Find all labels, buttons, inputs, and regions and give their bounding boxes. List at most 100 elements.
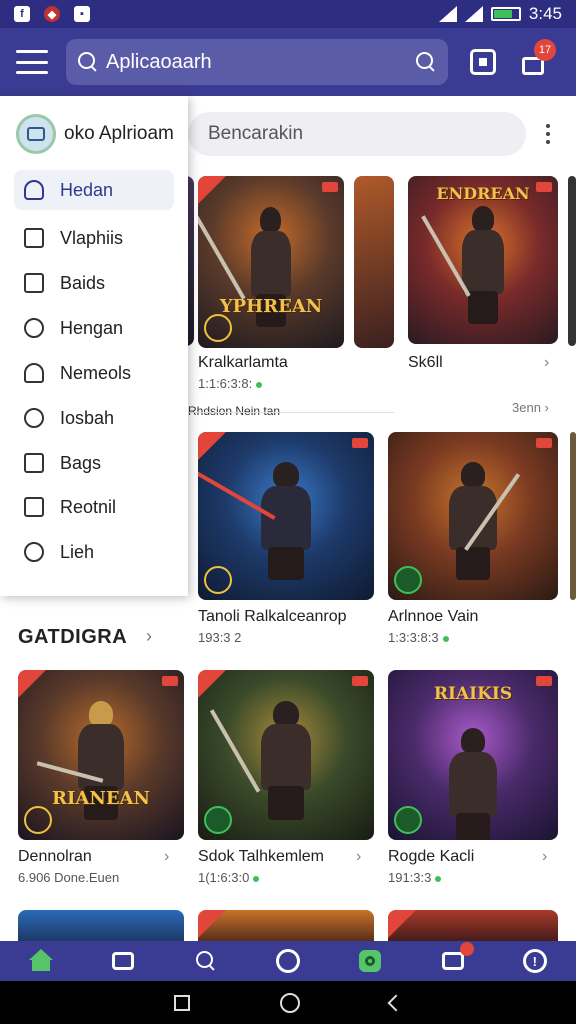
game-badge-icon — [24, 806, 52, 834]
app-icon: ◆ — [44, 6, 60, 22]
back-icon[interactable] — [387, 994, 405, 1011]
game-card-partial[interactable] — [198, 910, 374, 941]
drawer-item-lieh[interactable]: Lieh — [14, 532, 174, 572]
game-card[interactable]: YPHREAN Kralkarlamta 1:1:6:3:8: — [198, 176, 344, 406]
system-nav — [0, 981, 576, 1024]
app-logo-icon — [16, 114, 56, 154]
chat-icon[interactable] — [110, 948, 136, 974]
game-thumbnail — [388, 432, 558, 600]
game-subtitle: 191:3:3 — [388, 870, 442, 885]
camera-icon[interactable] — [357, 948, 383, 974]
search-icon — [24, 542, 44, 562]
message-icon[interactable] — [440, 942, 474, 974]
drawer-item-baids[interactable]: Baids — [14, 263, 174, 303]
game-logo: ENDREAN — [436, 184, 530, 203]
game-card-partial[interactable] — [354, 176, 394, 348]
status-bar: f ◆ ▪ 3:45 — [0, 0, 576, 28]
drawer-item-bags[interactable]: Bags — [14, 443, 174, 483]
game-title: Kralkarlamta — [198, 354, 288, 371]
drawer-item-reotnil[interactable]: Reotnil — [14, 487, 174, 527]
game-card-partial[interactable] — [388, 910, 560, 941]
navigation-drawer: oko Aplrioam Hedan Vlaphiis Baids Hengan… — [0, 96, 188, 596]
drawer-item-vlaphiis[interactable]: Vlaphiis — [14, 218, 174, 258]
game-card[interactable]: RIANEAN Dennolran 6.906 Done.Euen › — [18, 670, 184, 890]
home-icon — [24, 363, 44, 383]
game-card-partial[interactable] — [18, 910, 184, 941]
game-subtitle: 193:3 2 — [198, 630, 242, 645]
game-title: Sk6ll — [408, 354, 443, 371]
scan-button[interactable] — [470, 49, 496, 75]
game-title: Tanoli Ralkalceanrop — [198, 608, 347, 625]
drawer-item-hedan[interactable]: Hedan — [14, 170, 174, 210]
drawer-header: oko Aplrioam — [16, 114, 174, 154]
divider — [188, 412, 394, 413]
section-title: GATDIGRA — [18, 626, 128, 648]
user-icon — [24, 180, 44, 200]
game-title: Dennolran — [18, 848, 92, 865]
messenger-icon: ▪ — [74, 6, 90, 22]
info-icon[interactable]: ! — [522, 948, 548, 974]
game-subtitle: 1:3:3:8:3 — [388, 630, 449, 645]
game-card-partial[interactable] — [568, 176, 576, 346]
search-input[interactable]: Aplicaoaarh — [66, 39, 448, 85]
more-options-icon[interactable] — [546, 124, 550, 144]
chevron-right-icon[interactable]: › — [542, 848, 547, 866]
wifi-icon — [438, 6, 457, 22]
game-card[interactable]: Tanoli Ralkalceanrop 193:3 2 — [198, 432, 374, 645]
row-label: Rhdsion Nein tan — [188, 404, 281, 418]
bottom-nav: ! — [0, 941, 576, 981]
chevron-right-icon[interactable]: › — [544, 354, 549, 372]
game-subtitle: 1(1:6:3:0 — [198, 870, 260, 885]
game-title: Arlnnoe Vain — [388, 608, 479, 625]
circle-icon[interactable] — [275, 948, 301, 974]
pause-icon — [24, 497, 44, 517]
status-time: 3:45 — [528, 4, 562, 23]
drawer-title: oko Aplrioam — [64, 123, 174, 144]
game-card[interactable]: ENDREAN Sk6ll › — [408, 176, 558, 406]
chevron-right-icon[interactable]: › — [356, 848, 361, 866]
search-placeholder: Aplicaoaarh — [106, 50, 212, 73]
bag-icon — [24, 453, 44, 473]
game-thumbnail: RIAIKIS — [388, 670, 558, 840]
content-search-placeholder: Bencarakin — [208, 123, 304, 144]
section-chevron-icon[interactable]: › — [146, 626, 152, 647]
recent-apps-icon[interactable] — [174, 994, 190, 1011]
content-search-input[interactable]: Bencarakin — [188, 112, 526, 156]
game-card[interactable]: Arlnnoe Vain 1:3:3:8:3 — [388, 432, 560, 645]
search-icon[interactable] — [193, 948, 219, 974]
game-thumbnail — [198, 670, 374, 840]
box-icon — [24, 273, 44, 293]
menu-icon[interactable] — [16, 50, 48, 74]
see-more-link[interactable]: 3enn › — [512, 400, 549, 415]
home-button-icon[interactable] — [280, 992, 300, 1013]
game-subtitle: 1:1:6:3:8: — [198, 376, 263, 391]
drawer-item-nemeols[interactable]: Nemeols — [14, 353, 174, 393]
game-logo: YPHREAN — [219, 296, 323, 318]
game-subtitle: 6.906 Done.Euen — [18, 870, 120, 885]
app-bar: Aplicaoaarh 17 — [0, 28, 576, 96]
facebook-icon: f — [14, 6, 30, 22]
notification-badge: 17 — [534, 39, 556, 61]
message-badge — [459, 942, 474, 956]
drawer-item-iosbah[interactable]: Iosbah — [14, 398, 174, 438]
game-logo: RIAIKIS — [433, 684, 513, 704]
battery-icon — [490, 7, 521, 21]
signal-icon — [464, 6, 483, 22]
game-thumbnail: RIANEAN — [18, 670, 184, 840]
home-icon[interactable] — [28, 948, 54, 974]
game-title: Rogde Kacli — [388, 848, 475, 865]
game-card[interactable]: Sdok Talhkemlem 1(1:6:3:0 › — [198, 670, 374, 890]
game-badge-icon — [204, 314, 232, 342]
square-icon — [24, 228, 44, 248]
chevron-right-icon[interactable]: › — [164, 848, 169, 866]
drawer-item-hengan[interactable]: Hengan — [14, 308, 174, 348]
game-thumbnail — [198, 432, 374, 600]
search-submit-icon[interactable] — [416, 52, 436, 72]
game-card-partial[interactable] — [570, 432, 576, 600]
notifications-button[interactable]: 17 — [520, 39, 556, 75]
game-badge-icon — [394, 566, 422, 594]
game-card[interactable]: RIAIKIS Rogde Kacli 191:3:3 › — [388, 670, 560, 890]
game-badge-icon — [394, 806, 422, 834]
game-logo: RIANEAN — [52, 788, 150, 810]
game-badge-icon — [204, 806, 232, 834]
